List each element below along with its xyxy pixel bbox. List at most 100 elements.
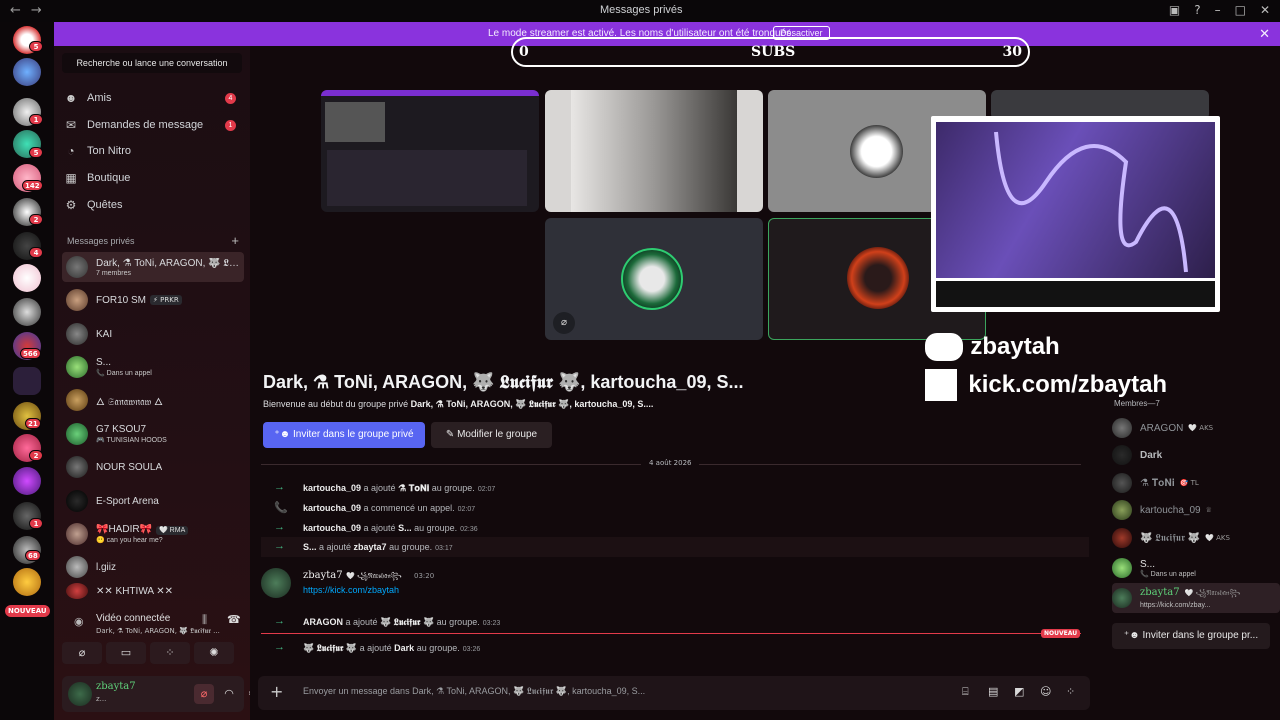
server-badge: 142: [22, 180, 43, 191]
mute-icon[interactable]: ⌀: [194, 684, 214, 704]
avatar[interactable]: [261, 568, 291, 598]
member-item[interactable]: ⚗ 𝐓𝐨𝐍𝐢 🎯 TL: [1112, 470, 1278, 496]
video-tile-screenshare[interactable]: [321, 90, 539, 212]
nav-friends[interactable]: ☻ Amis 4: [64, 86, 240, 110]
member-item[interactable]: S... 📞 Dans un appel: [1112, 555, 1278, 581]
attach-plus-icon[interactable]: +: [270, 682, 283, 701]
dm-subtitle: 😶 can you hear me?: [96, 537, 163, 544]
message-author[interactable]: zbayta7: [303, 570, 343, 581]
dm-name: S...: [96, 357, 112, 368]
action: a commencé un appel.: [361, 503, 455, 513]
target[interactable]: 🐺 𝕷𝖚𝖈𝖎𝖋𝖚𝖗 🐺: [380, 617, 434, 627]
member-item[interactable]: Dark: [1112, 442, 1278, 468]
avatar: [66, 423, 88, 445]
new-badge: NOUVEAU: [5, 605, 50, 617]
dm-item[interactable]: S... 📞 Dans un appel: [62, 352, 244, 382]
nav-label: Demandes de message: [87, 119, 204, 131]
maximize-button[interactable]: □: [1235, 3, 1246, 17]
edit-group-button[interactable]: ✎ Modifier le groupe: [431, 422, 552, 448]
member-item[interactable]: zbayta7 🤍 ꧁𝔑𝔞𝔯𝔰𝔥𝔞𝔫꧂ https://kick.com/zbay.…: [1112, 583, 1280, 613]
nav-shop[interactable]: ▦ Boutique: [64, 166, 240, 190]
voice-status[interactable]: Vidéo connectée: [96, 613, 170, 624]
suffix: au groupe.: [411, 523, 458, 533]
timestamp: 02:07: [457, 506, 476, 513]
apps-icon[interactable]: ⁘: [1066, 685, 1075, 698]
dm-item[interactable]: G7 KSOU7 🎮 TUNISIAN HOODS: [62, 419, 244, 449]
inbox-icon[interactable]: ▣: [1169, 3, 1180, 17]
gift-icon[interactable]: ⌸: [962, 685, 969, 699]
activities-button[interactable]: ⁘: [150, 642, 190, 664]
dm-item[interactable]: NOUR SOULA: [62, 452, 244, 482]
server-icon[interactable]: [13, 467, 41, 495]
actor[interactable]: kartoucha_09: [303, 483, 361, 493]
dm-item[interactable]: ✕✕ KHTIWA ✕✕: [62, 582, 244, 600]
title-bar: ←→ Messages privés ▣ ? – □ ✕: [0, 0, 1280, 22]
pencil-icon: ✎: [445, 429, 458, 440]
history-nav[interactable]: ←→: [10, 3, 52, 18]
sticker-icon[interactable]: ◩: [1014, 685, 1024, 698]
invite-to-group-side-button[interactable]: ⁺☻ Inviter dans le groupe pr...: [1112, 623, 1270, 649]
target[interactable]: Dark: [394, 643, 414, 653]
member-name: S...: [1140, 558, 1156, 570]
noise-suppression-icon[interactable]: ⫼: [202, 613, 207, 627]
dm-item[interactable]: l.giiz: [62, 552, 244, 582]
actor[interactable]: kartoucha_09: [303, 503, 361, 513]
user-panel: zbayta7 z... ⌀ ◠ ⚙: [62, 676, 258, 712]
minimize-button[interactable]: –: [1215, 3, 1221, 17]
camera-off-button[interactable]: ⌀: [62, 642, 102, 664]
target[interactable]: zbayta7: [354, 542, 387, 552]
nav-quests[interactable]: ⚙ Quêtes: [64, 193, 240, 217]
target[interactable]: S...: [398, 523, 412, 533]
timestamp: 02:07: [477, 486, 496, 493]
server-icon[interactable]: [13, 298, 41, 326]
search-button[interactable]: Recherche ou lance une conversation: [62, 53, 242, 73]
emoji-icon[interactable]: ☺: [1040, 685, 1051, 698]
server-icon[interactable]: [13, 264, 41, 292]
screen-share-button[interactable]: ▭: [106, 642, 146, 664]
member-item[interactable]: ARAGON 🤍 AKS: [1112, 415, 1278, 441]
member-item[interactable]: kartoucha_09 ♕: [1112, 497, 1278, 523]
close-banner-icon[interactable]: ✕: [1259, 26, 1270, 42]
message-link[interactable]: https://kick.com/zbaytah: [303, 585, 399, 595]
message-composer[interactable]: + Envoyer un message dans Dark, ⚗ ToNi, …: [258, 676, 1090, 710]
avatar: [66, 289, 88, 311]
join-arrow-icon: →: [274, 641, 285, 653]
actor[interactable]: kartoucha_09: [303, 523, 361, 533]
member-item[interactable]: 🐺 𝕷𝖚𝖈𝖎𝖋𝖚𝖗 🐺 🤍 AKS: [1112, 525, 1278, 551]
welcome-text: Bienvenue au début du groupe privé Dark,…: [263, 399, 653, 410]
nav-message-requests[interactable]: ✉ Demandes de message 1: [64, 113, 240, 137]
username[interactable]: zbayta7: [96, 681, 136, 692]
actor[interactable]: 🐺 𝕷𝖚𝖈𝖎𝖋𝖚𝖗 🐺: [303, 643, 357, 653]
welcome-prefix: Bienvenue au début du groupe privé: [263, 399, 409, 409]
video-tile-camera[interactable]: [545, 90, 763, 212]
dm-subtitle: 📞 Dans un appel: [96, 370, 152, 377]
avatar[interactable]: [68, 682, 92, 706]
dm-item[interactable]: 🜂 𝔖𝔞𝔫𝔞𝔴𝔫𝔞𝔴 🜂: [62, 385, 244, 415]
nav-nitro[interactable]: ◔ Ton Nitro: [64, 139, 240, 163]
soundboard-button[interactable]: ✺: [194, 642, 234, 664]
signal-icon[interactable]: ◉: [74, 615, 84, 628]
help-icon[interactable]: ?: [1194, 3, 1200, 17]
actor[interactable]: ARAGON: [303, 617, 343, 627]
actor[interactable]: S...: [303, 542, 317, 552]
dm-item[interactable]: Dark, ⚗ ToNi, ARAGON, 🐺 𝕷… 7 membres: [62, 252, 244, 282]
voice-channel: Dark, ⚗ ToNi, ARAGON, 🐺 𝕷𝖚𝖈𝖎𝖋𝖚𝖗 ...: [96, 627, 220, 635]
dm-item[interactable]: 🎀HADIR🎀 🤍 RMA 😶 can you hear me?: [62, 519, 244, 549]
create-dm-icon[interactable]: +: [231, 233, 239, 248]
dm-item[interactable]: FOR10 SM ⚡ PRKR: [62, 285, 244, 315]
close-window-button[interactable]: ✕: [1260, 3, 1270, 17]
video-tile-avatar[interactable]: ⌀: [545, 218, 763, 340]
folder-icon[interactable]: [13, 367, 41, 395]
server-icon[interactable]: [13, 568, 41, 596]
invite-to-group-button[interactable]: ⁺☻ Inviter dans le groupe privé: [263, 422, 425, 448]
dm-item[interactable]: E-Sport Arena: [62, 486, 244, 516]
server-icon[interactable]: [13, 58, 41, 86]
suffix: au groupe.: [429, 483, 475, 493]
gif-icon[interactable]: ▤: [988, 685, 998, 698]
headset-icon[interactable]: ◠: [219, 684, 239, 704]
target[interactable]: ⚗ 𝐓𝐨𝐍𝐢: [398, 483, 429, 493]
composer-placeholder[interactable]: Envoyer un message dans Dark, ⚗ ToNi, AR…: [303, 686, 645, 697]
dm-item[interactable]: KAI: [62, 319, 244, 349]
member-tag: 🤍 ꧁𝔑𝔞𝔯𝔰𝔥𝔞𝔫꧂: [1184, 589, 1241, 597]
disconnect-icon[interactable]: ☎: [227, 613, 241, 626]
